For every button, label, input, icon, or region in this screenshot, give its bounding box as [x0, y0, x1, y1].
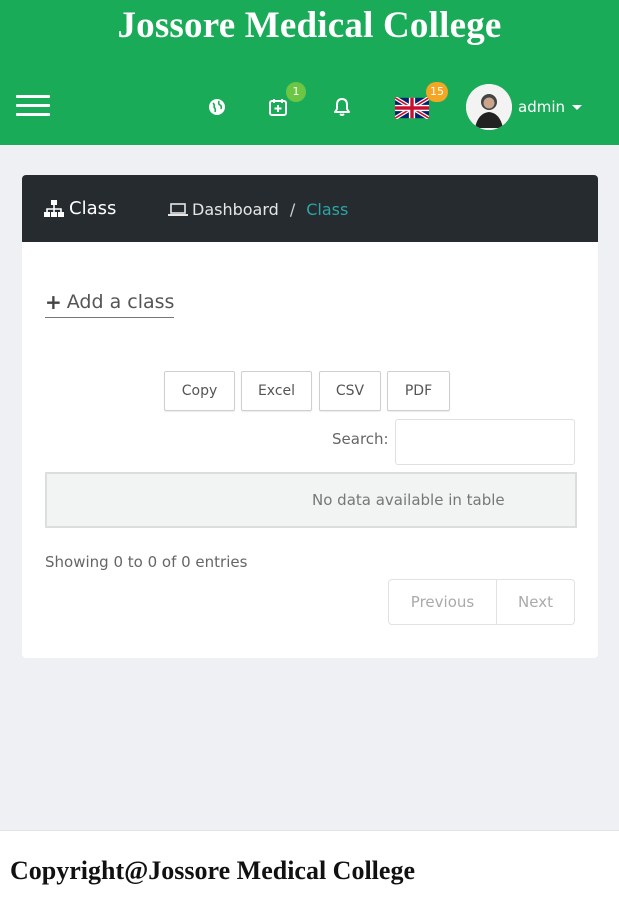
page-title: Class — [44, 198, 116, 219]
table-empty-row: No data available in table — [45, 472, 577, 528]
laptop-icon — [168, 202, 188, 216]
search-label: Search: — [332, 430, 389, 448]
pagination: Previous Next — [388, 579, 575, 625]
user-menu[interactable]: admin — [466, 84, 582, 130]
search-input[interactable] — [395, 419, 575, 465]
breadcrumb-dashboard[interactable]: Dashboard — [168, 200, 279, 219]
chevron-down-icon — [572, 104, 582, 110]
calendar-icon[interactable] — [267, 96, 289, 118]
pdf-button[interactable]: PDF — [387, 371, 450, 411]
breadcrumb-dashboard-label: Dashboard — [192, 200, 279, 219]
add-class-link[interactable]: + Add a class — [45, 290, 175, 318]
sitemap-icon — [44, 199, 64, 217]
footer: Copyright@Jossore Medical College — [0, 830, 619, 900]
breadcrumb-separator: / — [289, 200, 296, 219]
table-info: Showing 0 to 0 of 0 entries — [45, 553, 248, 571]
site-title: Jossore Medical College — [117, 5, 502, 46]
breadcrumb: Dashboard / Class — [168, 200, 348, 219]
copyright-text: Copyright@Jossore Medical College — [10, 856, 415, 885]
top-header: Jossore Medical College 1 15 admin — [0, 0, 619, 145]
globe-icon[interactable] — [206, 96, 228, 118]
next-button[interactable]: Next — [497, 580, 574, 624]
plus-icon: + — [45, 290, 62, 314]
menu-bar — [16, 113, 50, 116]
copy-button[interactable]: Copy — [164, 371, 235, 411]
previous-button[interactable]: Previous — [389, 580, 497, 624]
menu-toggle-button[interactable] — [16, 95, 50, 119]
class-card: Class Dashboard / Class + Add a class Co… — [22, 175, 598, 658]
breadcrumb-current: Class — [306, 200, 349, 219]
avatar — [466, 84, 512, 130]
uk-flag-icon[interactable] — [393, 96, 431, 120]
language-badge: 15 — [426, 82, 448, 102]
menu-bar — [16, 95, 50, 98]
menu-bar — [16, 104, 50, 107]
add-class-label: Add a class — [66, 291, 175, 313]
csv-button[interactable]: CSV — [319, 371, 381, 411]
page-title-label: Class — [69, 198, 117, 219]
bell-icon[interactable] — [331, 96, 353, 118]
card-header: Class Dashboard / Class — [22, 175, 598, 242]
calendar-badge: 1 — [286, 82, 306, 102]
empty-message: No data available in table — [312, 491, 505, 509]
excel-button[interactable]: Excel — [241, 371, 312, 411]
user-name: admin — [518, 98, 565, 116]
